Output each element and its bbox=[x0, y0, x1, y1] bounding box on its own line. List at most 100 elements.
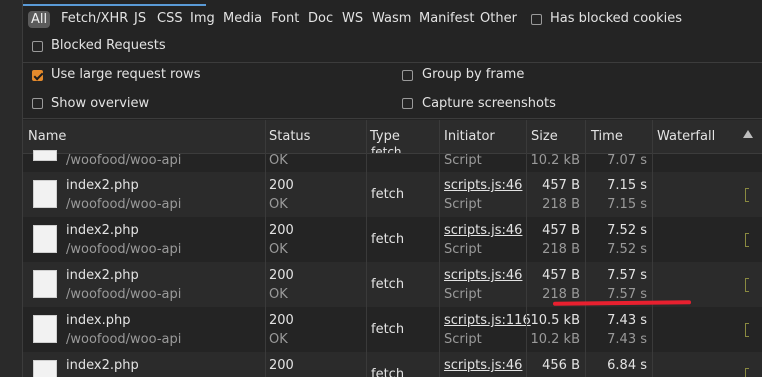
waterfall-bar bbox=[745, 278, 749, 292]
row-time: 7.15 s bbox=[607, 178, 647, 193]
network-panel: All Fetch/XHR JS CSS Img Media Font Doc … bbox=[23, 0, 762, 377]
row-path: /woofood/woo-api bbox=[66, 197, 182, 212]
row-initiator-link[interactable]: scripts.js:116 bbox=[444, 313, 531, 328]
row-time: 7.57 s bbox=[607, 268, 647, 283]
row-name: index.php bbox=[66, 313, 131, 328]
file-icon bbox=[33, 315, 57, 343]
column-divider[interactable] bbox=[265, 120, 266, 377]
large-rows-label: Use large request rows bbox=[51, 67, 201, 82]
file-icon bbox=[33, 150, 57, 161]
row-latency: 7.52 s bbox=[607, 242, 647, 257]
column-waterfall[interactable]: Waterfall bbox=[657, 129, 715, 144]
filter-media[interactable]: Media bbox=[223, 11, 262, 26]
row-type: fetch bbox=[371, 187, 405, 202]
column-status[interactable]: Status bbox=[269, 129, 310, 144]
row-path: /woofood/woo-api bbox=[66, 287, 182, 302]
row-status-text: OK bbox=[269, 197, 288, 212]
row-path: /woofood/woo-api bbox=[66, 242, 182, 257]
row-name: index2.php bbox=[66, 223, 139, 238]
filter-js[interactable]: JS bbox=[134, 11, 146, 26]
row-initiator-link[interactable]: scripts.js:46 bbox=[444, 178, 522, 193]
row-time: 7.43 s bbox=[607, 313, 647, 328]
group-by-frame-checkbox[interactable] bbox=[402, 70, 413, 81]
row-name: index2.php bbox=[66, 358, 139, 373]
column-initiator[interactable]: Initiator bbox=[444, 129, 495, 144]
row-latency: 7.43 s bbox=[607, 332, 647, 347]
row-status: 200 bbox=[269, 358, 294, 373]
column-divider[interactable] bbox=[526, 120, 527, 377]
column-name[interactable]: Name bbox=[28, 129, 66, 144]
show-overview-label: Show overview bbox=[51, 96, 150, 111]
row-status-text: OK bbox=[269, 332, 288, 347]
row-initiator-type: Script bbox=[444, 332, 482, 347]
column-divider[interactable] bbox=[652, 120, 653, 377]
large-rows-checkbox[interactable] bbox=[32, 70, 43, 81]
blocked-requests-label: Blocked Requests bbox=[51, 38, 166, 53]
filter-all[interactable]: All bbox=[28, 11, 51, 28]
row-resource-size: 218 B bbox=[542, 197, 580, 212]
row-initiator-link[interactable]: scripts.js:46 bbox=[444, 223, 522, 238]
blocked-requests-checkbox[interactable] bbox=[32, 41, 43, 52]
row-type: fetch bbox=[371, 145, 402, 153]
filter-font[interactable]: Font bbox=[271, 11, 299, 26]
row-status: 200 bbox=[269, 178, 294, 193]
row-status-text: OK bbox=[269, 242, 288, 257]
filter-doc[interactable]: Doc bbox=[308, 11, 333, 26]
filter-fetch-xhr[interactable]: Fetch/XHR bbox=[61, 11, 128, 26]
row-resource-size: 218 B bbox=[542, 287, 580, 302]
filter-css[interactable]: CSS bbox=[157, 11, 183, 26]
left-dock-strip bbox=[0, 0, 23, 377]
file-icon bbox=[33, 180, 57, 208]
row-size: 456 B bbox=[542, 358, 580, 373]
row-status-text: OK bbox=[269, 287, 288, 302]
has-blocked-cookies-label: Has blocked cookies bbox=[550, 11, 683, 26]
filter-wasm[interactable]: Wasm bbox=[372, 11, 411, 26]
row-status: 200 bbox=[269, 223, 294, 238]
column-time[interactable]: Time bbox=[591, 129, 623, 144]
show-overview-checkbox[interactable] bbox=[32, 98, 43, 109]
settings-pane: Use large request rows Group by frame Sh… bbox=[23, 62, 762, 119]
column-size[interactable]: Size bbox=[531, 129, 558, 144]
waterfall-bar bbox=[745, 188, 749, 202]
row-latency: 7.57 s bbox=[607, 287, 647, 302]
file-icon bbox=[33, 360, 57, 377]
row-initiator-type: Script bbox=[444, 287, 482, 302]
row-size: 10.5 kB bbox=[530, 313, 580, 328]
filter-img[interactable]: Img bbox=[190, 11, 215, 26]
row-initiator-link[interactable]: scripts.js:46 bbox=[444, 358, 522, 373]
row-type: fetch bbox=[371, 367, 405, 377]
column-divider[interactable] bbox=[366, 120, 367, 377]
row-initiator-type: Script bbox=[444, 197, 482, 212]
has-blocked-cookies-checkbox[interactable] bbox=[531, 14, 542, 25]
row-type: fetch bbox=[371, 232, 405, 247]
filter-ws[interactable]: WS bbox=[342, 11, 363, 26]
row-type: fetch bbox=[371, 277, 405, 292]
row-initiator-link[interactable]: scripts.js:46 bbox=[444, 268, 522, 283]
filter-input-underline bbox=[23, 0, 206, 6]
file-icon bbox=[33, 225, 57, 253]
row-resource-size: 10.2 kB bbox=[530, 332, 580, 347]
waterfall-bar bbox=[745, 368, 749, 377]
column-divider[interactable] bbox=[585, 120, 586, 377]
row-status: 200 bbox=[269, 268, 294, 283]
row-path: /woofood/woo-api bbox=[66, 332, 182, 347]
row-status: 200 bbox=[269, 313, 294, 328]
filter-manifest[interactable]: Manifest bbox=[419, 11, 474, 26]
row-initiator-type: Script bbox=[444, 153, 482, 168]
row-size: 457 B bbox=[542, 268, 580, 283]
row-time: 6.84 s bbox=[607, 358, 647, 373]
filter-other[interactable]: Other bbox=[480, 11, 517, 26]
row-size: 457 B bbox=[542, 223, 580, 238]
capture-screenshots-label: Capture screenshots bbox=[422, 96, 556, 111]
sort-ascending-icon[interactable] bbox=[743, 130, 753, 138]
group-by-frame-label: Group by frame bbox=[422, 67, 525, 82]
waterfall-bar bbox=[745, 323, 749, 337]
capture-screenshots-checkbox[interactable] bbox=[402, 98, 413, 109]
row-status-text: OK bbox=[269, 153, 288, 168]
column-type[interactable]: Type bbox=[370, 129, 400, 144]
row-resource-size: 218 B bbox=[542, 242, 580, 257]
column-divider[interactable] bbox=[439, 120, 440, 377]
row-path: /woofood/woo-api bbox=[66, 153, 182, 168]
row-initiator-type: Script bbox=[444, 242, 482, 257]
row-resource-size: 10.2 kB bbox=[530, 153, 580, 168]
